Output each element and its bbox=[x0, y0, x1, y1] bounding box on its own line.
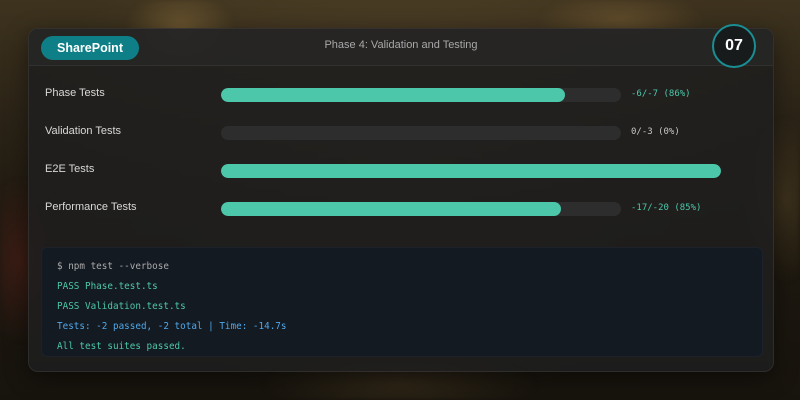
page-title: Phase 4: Validation and Testing bbox=[324, 39, 478, 51]
progress-fill bbox=[221, 88, 565, 102]
test-row-e2e: E2E Tests bbox=[29, 160, 773, 180]
test-row-performance: Performance Tests -17/-20 (85%) bbox=[29, 198, 773, 218]
panel-header: SharePoint Phase 4: Validation and Testi… bbox=[29, 24, 773, 68]
progress-track bbox=[221, 164, 721, 178]
test-count: -17/-20 (85%) bbox=[631, 203, 702, 213]
terminal-output: $ npm test --verbose PASS Phase.test.ts … bbox=[41, 247, 763, 357]
test-progress-panel: SharePoint Phase 4: Validation and Testi… bbox=[28, 24, 774, 372]
test-label: Phase Tests bbox=[45, 87, 105, 99]
progress-track bbox=[221, 88, 621, 102]
progress-fill bbox=[221, 164, 721, 178]
test-row-validation: Validation Tests 0/-3 (0%) bbox=[29, 122, 773, 142]
test-count: -6/-7 (86%) bbox=[631, 89, 691, 99]
step-number-badge: 07 bbox=[712, 24, 756, 68]
test-row-phase: Phase Tests -6/-7 (86%) bbox=[29, 84, 773, 104]
terminal-line-command: $ npm test --verbose bbox=[57, 261, 169, 272]
test-label: Performance Tests bbox=[45, 201, 137, 213]
terminal-line-summary: Tests: -2 passed, -2 total | Time: -14.7… bbox=[57, 321, 287, 332]
test-label: Validation Tests bbox=[45, 125, 122, 137]
terminal-line-result: All test suites passed. bbox=[57, 341, 186, 352]
terminal-line-pass: PASS Phase.test.ts bbox=[57, 281, 158, 292]
terminal-line-pass: PASS Validation.test.ts bbox=[57, 301, 186, 312]
test-count: 0/-3 (0%) bbox=[631, 127, 680, 137]
test-label: E2E Tests bbox=[45, 163, 95, 175]
progress-fill bbox=[221, 202, 561, 216]
progress-track bbox=[221, 202, 621, 216]
progress-track bbox=[221, 126, 621, 140]
